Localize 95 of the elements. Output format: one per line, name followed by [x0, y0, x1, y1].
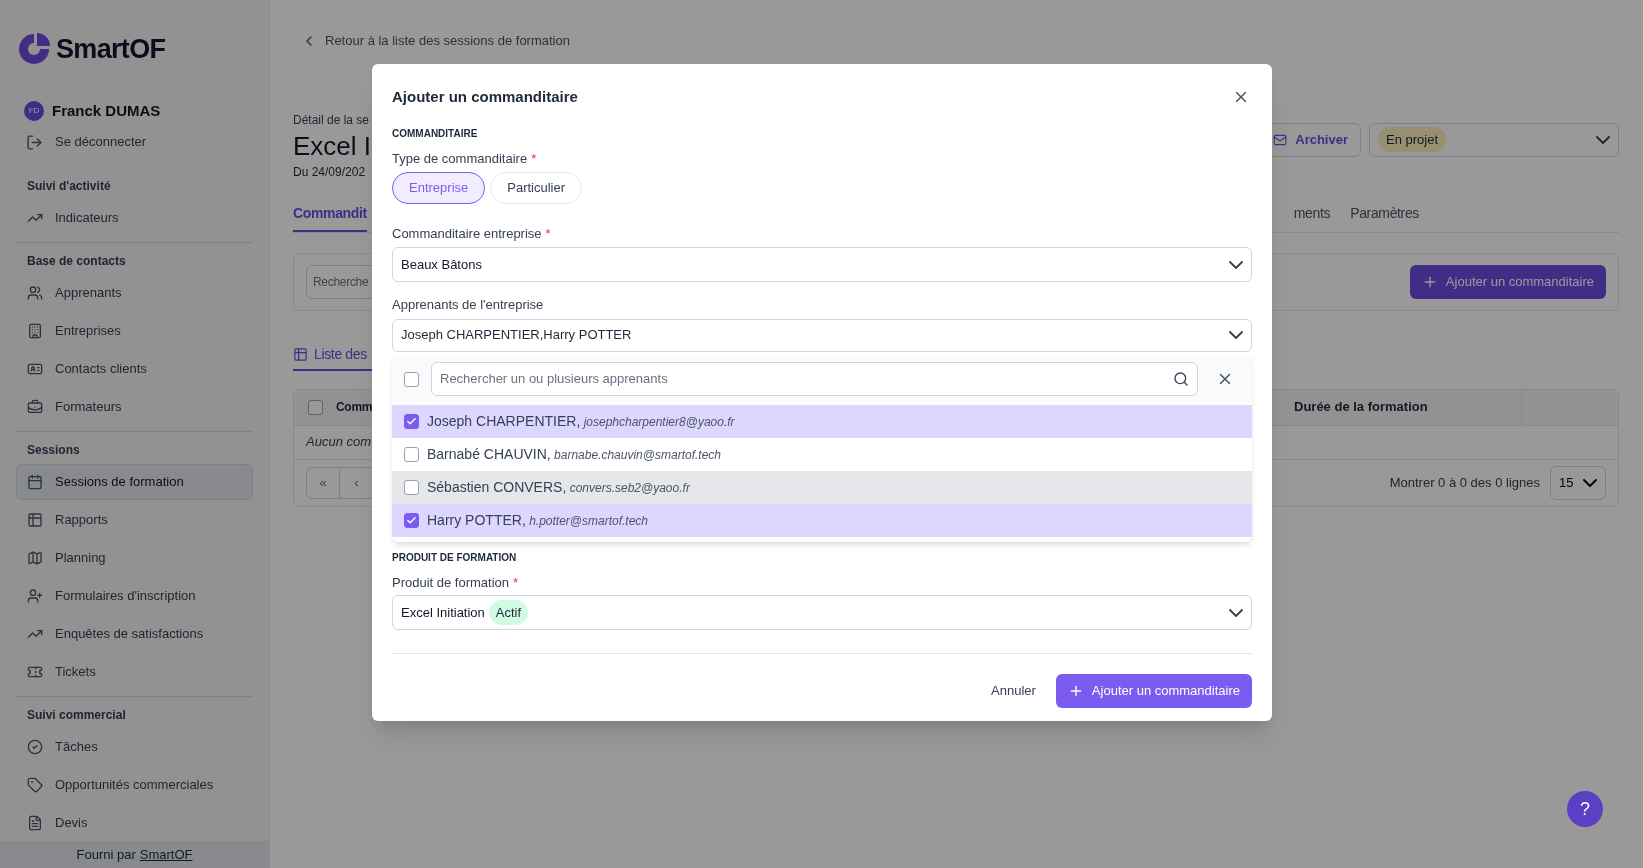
first-page-button[interactable]: «: [306, 466, 340, 499]
checkbox[interactable]: [404, 446, 419, 462]
required-mark: *: [545, 224, 551, 243]
tab[interactable]: Commandit: [293, 197, 367, 232]
check-circle-icon: [27, 738, 43, 755]
logo-icon: [16, 31, 52, 67]
checkbox[interactable]: [404, 479, 419, 495]
mail-icon: [1273, 132, 1288, 147]
pagination-summary: Montrer 0 à 0 des 0 lignes: [1389, 473, 1540, 492]
user-name: Franck DUMAS: [52, 101, 161, 121]
learner-search-field[interactable]: Rechercher un ou plusieurs apprenants: [431, 362, 1198, 396]
sidebar-item[interactable]: Formulaires d'inscription: [16, 577, 253, 614]
sidebar-item[interactable]: Formateurs: [16, 388, 253, 425]
option-text: Joseph CHARPENTIER, josephcharpentier8@yaoo.fr: [427, 411, 735, 431]
field-label: Commanditaire entreprise: [392, 224, 542, 243]
status-select[interactable]: En projet: [1369, 122, 1619, 157]
tag-icon: [27, 776, 43, 793]
learner-option[interactable]: Joseph CHARPENTIER, josephcharpentier8@yaoo.fr: [392, 404, 1252, 438]
check-icon: [406, 415, 417, 427]
chevron-down-icon: [1229, 608, 1243, 617]
status-badge: En projet: [1378, 126, 1447, 153]
type-toggle[interactable]: Entreprise: [392, 171, 486, 204]
sidebar-item[interactable]: Rapports: [16, 501, 253, 538]
footer-link[interactable]: SmartOF: [139, 844, 193, 865]
required-mark: *: [531, 150, 537, 168]
submit-button[interactable]: Ajouter un commanditaire: [1055, 674, 1252, 708]
user-plus-icon: [27, 587, 43, 604]
building-icon: [27, 322, 43, 339]
footer-text: Fourni par: [76, 845, 136, 864]
section-title: Sessions: [26, 441, 81, 459]
grid-icon: [293, 347, 308, 362]
sidebar-item[interactable]: Opportunités commerciales: [16, 766, 253, 803]
tab[interactable]: Paramètres: [1350, 197, 1419, 232]
map-icon: [27, 549, 43, 566]
company-select[interactable]: Beaux Bâtons: [392, 247, 1252, 282]
learner-option[interactable]: Harry POTTER, h.potter@smartof.tech: [392, 503, 1252, 537]
field-label: Type de commanditaire: [392, 150, 528, 168]
avatar: FD: [24, 101, 44, 122]
check-icon: [406, 514, 417, 526]
logout-link[interactable]: Se déconnecter: [16, 130, 253, 154]
chevron-down-icon: [1229, 260, 1243, 269]
sidebar-item[interactable]: Tâches: [16, 728, 253, 765]
modal-title: Ajouter un commanditaire: [392, 86, 578, 107]
learners-select[interactable]: Joseph CHARPENTIER,Harry POTTER: [392, 318, 1252, 352]
sidebar-item[interactable]: Tickets: [16, 653, 253, 690]
document-icon: [27, 814, 43, 831]
option-text: Sébastien CONVERS, convers.seb2@yaoo.fr: [427, 477, 690, 497]
page-title: Excel I: [293, 129, 372, 163]
page-size-select[interactable]: 15: [1550, 465, 1606, 500]
checkbox[interactable]: [404, 512, 419, 528]
sidebar-item[interactable]: Entreprises: [16, 312, 253, 349]
briefcase-icon: [27, 398, 43, 415]
checkbox[interactable]: [404, 413, 419, 429]
checkbox[interactable]: [307, 399, 323, 415]
section-heading: COMMANDITAIRE: [392, 127, 479, 141]
calendar-icon: [27, 473, 43, 490]
section-title: Suivi d'activité: [26, 177, 112, 195]
session-dates: Du 24/09/202: [293, 163, 367, 181]
chevron-down-icon: [1596, 135, 1610, 144]
add-sponsor-button[interactable]: Ajouter un commanditaire: [1409, 264, 1606, 299]
sidebar-item[interactable]: Enquêtes de satisfactions: [16, 615, 253, 652]
field-label: Produit de formation: [392, 573, 510, 592]
section-title: Suivi commercial: [26, 706, 127, 724]
back-link[interactable]: Retour à la liste des sessions de formation: [301, 31, 1619, 51]
grid-icon: [27, 511, 43, 528]
product-select[interactable]: Excel Initiation Actif: [392, 595, 1252, 630]
page-subtitle: Détail de la se: [293, 111, 371, 129]
type-toggle[interactable]: Particulier: [490, 171, 583, 204]
empty-message: Aucun com: [306, 433, 372, 452]
sidebar-item[interactable]: Devis: [16, 804, 253, 841]
option-text: Barnabé CHAUVIN, barnabe.chauvin@smartof.tech: [427, 444, 721, 464]
logo-text: SmartOF: [56, 32, 166, 66]
tab[interactable]: ments: [1293, 197, 1331, 232]
sidebar-item[interactable]: Contacts clients: [16, 350, 253, 387]
sidebar-item[interactable]: Sessions de formation: [16, 463, 253, 500]
column-header: Comm: [336, 399, 373, 416]
section-heading: PRODUIT DE FORMATION: [392, 550, 518, 565]
sidebar-item[interactable]: Indicateurs: [16, 199, 253, 236]
cancel-button[interactable]: Annuler: [991, 681, 1036, 701]
option-text: Harry POTTER, h.potter@smartof.tech: [427, 510, 649, 530]
field-label: Apprenants de l'entreprise: [392, 296, 545, 314]
users-icon: [27, 284, 43, 301]
column-header: Durée de la formation: [1286, 389, 1522, 425]
learner-option[interactable]: Sébastien CONVERS, convers.seb2@yaoo.fr: [392, 470, 1252, 504]
chevron-down-icon: [1229, 331, 1243, 339]
status-badge: Actif: [488, 599, 529, 626]
chevron-down-icon: [1583, 478, 1597, 487]
checkbox[interactable]: [404, 371, 419, 387]
logout-icon: [26, 133, 43, 151]
required-mark: *: [513, 573, 519, 592]
learner-option[interactable]: Barnabé CHAUVIN, barnabe.chauvin@smartof.tech: [392, 437, 1252, 471]
search-icon: [1173, 371, 1189, 387]
section-title: Base de contacts: [26, 252, 127, 270]
sidebar-item[interactable]: Apprenants: [16, 274, 253, 311]
sidebar-item[interactable]: Planning: [16, 539, 253, 576]
